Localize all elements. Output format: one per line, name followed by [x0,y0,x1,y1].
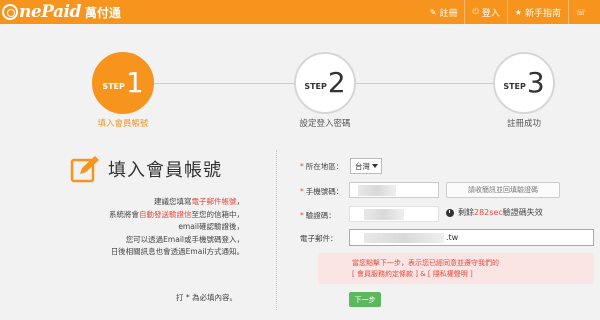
sms-verify-button[interactable]: 請收簡訊並回填驗證碼 [446,182,560,198]
countdown-seconds: 282sec [474,208,503,217]
step-1-number: 1 [125,66,144,99]
nav-register-label: 註冊 [439,8,458,19]
note-1c: ， [236,197,245,206]
note-2b: 自動發送驗證信 [139,209,192,219]
edit-icon [70,156,99,183]
region-value: 台灣 [355,161,370,171]
code-countdown: 剩餘 282sec 驗證碼失效 [446,207,543,218]
email-label: 電子郵件： [300,233,338,244]
note-2a: 系統將會 [109,209,139,219]
code-input[interactable] [349,206,439,222]
fingerprint-icon [2,4,18,20]
next-button[interactable]: 下一步 [349,292,381,307]
caret-down-icon [372,164,378,168]
step-3-circle: STEP 3 [493,52,555,114]
terms-mid: ] & [ [415,270,431,278]
note-line-2: 系統將會自動發送驗證信至您的信箱中， [76,209,244,222]
redacted-email [364,233,444,243]
terms-of-service-link[interactable]: 會員服務約定條款 [357,270,413,278]
location-pin-icon: ★ [514,7,522,17]
region-label-text: 所在地區： [305,162,344,171]
step-2-word: STEP [304,81,327,91]
countdown-prefix: 剩餘 [458,208,474,217]
code-label: * 驗證碼： [300,211,336,220]
step-2: STEP 2 設定登入密碼 [282,52,368,129]
step-1-label: 填入會員帳號 [97,119,149,129]
logo-text: nePaid [19,2,81,22]
note-1a: 建議您填寫 [154,197,192,206]
logo-subtitle: 萬付通 [84,5,121,20]
terms-line-2: [ 會員服務約定條款 ] & [ 隱私權聲明 ] [352,269,594,280]
page-title-wrap: 填入會員帳號 [70,155,222,183]
pencil-icon: ✎ [429,7,437,17]
phone-label-text: 手機號碼： [305,187,344,196]
phone-icon: ☏ [575,7,586,17]
email-label-text: 電子郵件： [300,234,338,243]
region-label: * 所在地區： [300,162,344,171]
countdown-suffix: 驗證碼失效 [502,208,543,217]
registration-notes: 建議您填寫電子郵件帳號， 系統將會自動發送驗證信至您的信箱中， email確認驗… [76,196,244,259]
required-note: 打 * 為必填內容。 [176,293,238,302]
step-1-word: STEP [102,81,125,91]
top-nav: ✎ 註冊 ⏻ 登入 ★ 新手指南 ☏ [423,0,596,24]
redacted-phone [358,185,396,196]
onepaid-logo[interactable]: nePaid 萬付通 [2,1,121,23]
terms-close: ] [470,270,473,278]
clock-icon [446,208,454,217]
terms-line-1: 當您點擊下一步，表示您已經同意並遵守我們的 [352,259,499,267]
step-3-label: 註冊成功 [506,119,541,129]
step-3-number: 3 [526,66,545,99]
email-input[interactable]: .tw [349,229,594,246]
top-header: nePaid 萬付通 ✎ 註冊 ⏻ 登入 ★ 新手指南 ☏ [0,0,600,24]
note-2c: 至您的信箱中， [191,209,245,219]
email-value: .tw [446,233,459,242]
region-select[interactable]: 台灣 [350,158,382,174]
note-line-5: 日後相關訊息也會透過Email方式通知。 [110,247,244,256]
step-2-number: 2 [327,66,346,99]
nav-guide[interactable]: ★ 新手指南 [506,0,568,24]
nav-register[interactable]: ✎ 註冊 [423,0,465,24]
step-1-circle: STEP 1 [92,52,154,114]
nav-phone[interactable]: ☏ [567,0,596,24]
step-3-word: STEP [503,81,526,91]
step-2-circle: STEP 2 [294,52,356,114]
nav-login-label: 登入 [481,8,500,19]
step-3: STEP 3 註冊成功 [481,52,567,129]
step-2-label: 設定登入密碼 [299,119,351,129]
nav-login[interactable]: ⏻ 登入 [464,0,506,24]
nav-guide-label: 新手指南 [524,8,561,19]
terms-open: [ [352,270,355,278]
terms-notice: 當您點擊下一步，表示您已經同意並遵守我們的 [ 會員服務約定條款 ] & [ 隱… [318,253,594,284]
note-line-1: 建議您填寫電子郵件帳號， [76,196,244,209]
redacted-code [364,209,404,220]
phone-label: * 手機號碼： [300,187,344,196]
privacy-policy-link[interactable]: 隱私權聲明 [433,270,468,278]
note-line-4: 您可以透過Email或手機號碼登入， [125,234,244,244]
code-label-text: 驗證碼： [305,211,336,220]
note-line-3: email確認驗證後， [178,222,244,231]
step-1: STEP 1 填入會員帳號 [80,52,166,129]
page-title: 填入會員帳號 [108,160,222,181]
phone-input[interactable] [349,182,439,198]
power-icon: ⏻ [472,7,479,16]
panel-divider [276,150,277,310]
note-1b: 電子郵件帳號 [191,197,237,206]
